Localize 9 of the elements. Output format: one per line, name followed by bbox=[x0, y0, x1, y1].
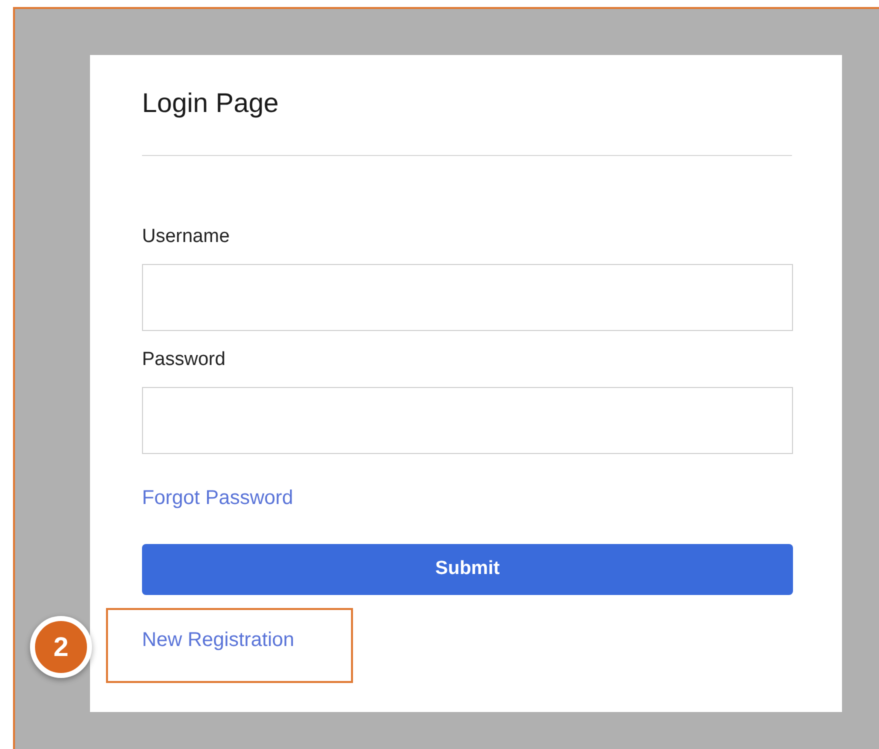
input-field[interactable] bbox=[142, 387, 793, 454]
step-badge: 2 bbox=[30, 616, 92, 678]
registration-link[interactable]: New Registration bbox=[142, 628, 294, 652]
forgot-password-link[interactable]: Forgot Password bbox=[142, 486, 294, 510]
field-label: Username bbox=[142, 226, 231, 248]
card-title: Login Page bbox=[142, 87, 280, 119]
field-label: Password bbox=[142, 349, 226, 371]
submit-button[interactable]: Submit bbox=[142, 544, 793, 595]
input-field[interactable] bbox=[142, 264, 793, 331]
